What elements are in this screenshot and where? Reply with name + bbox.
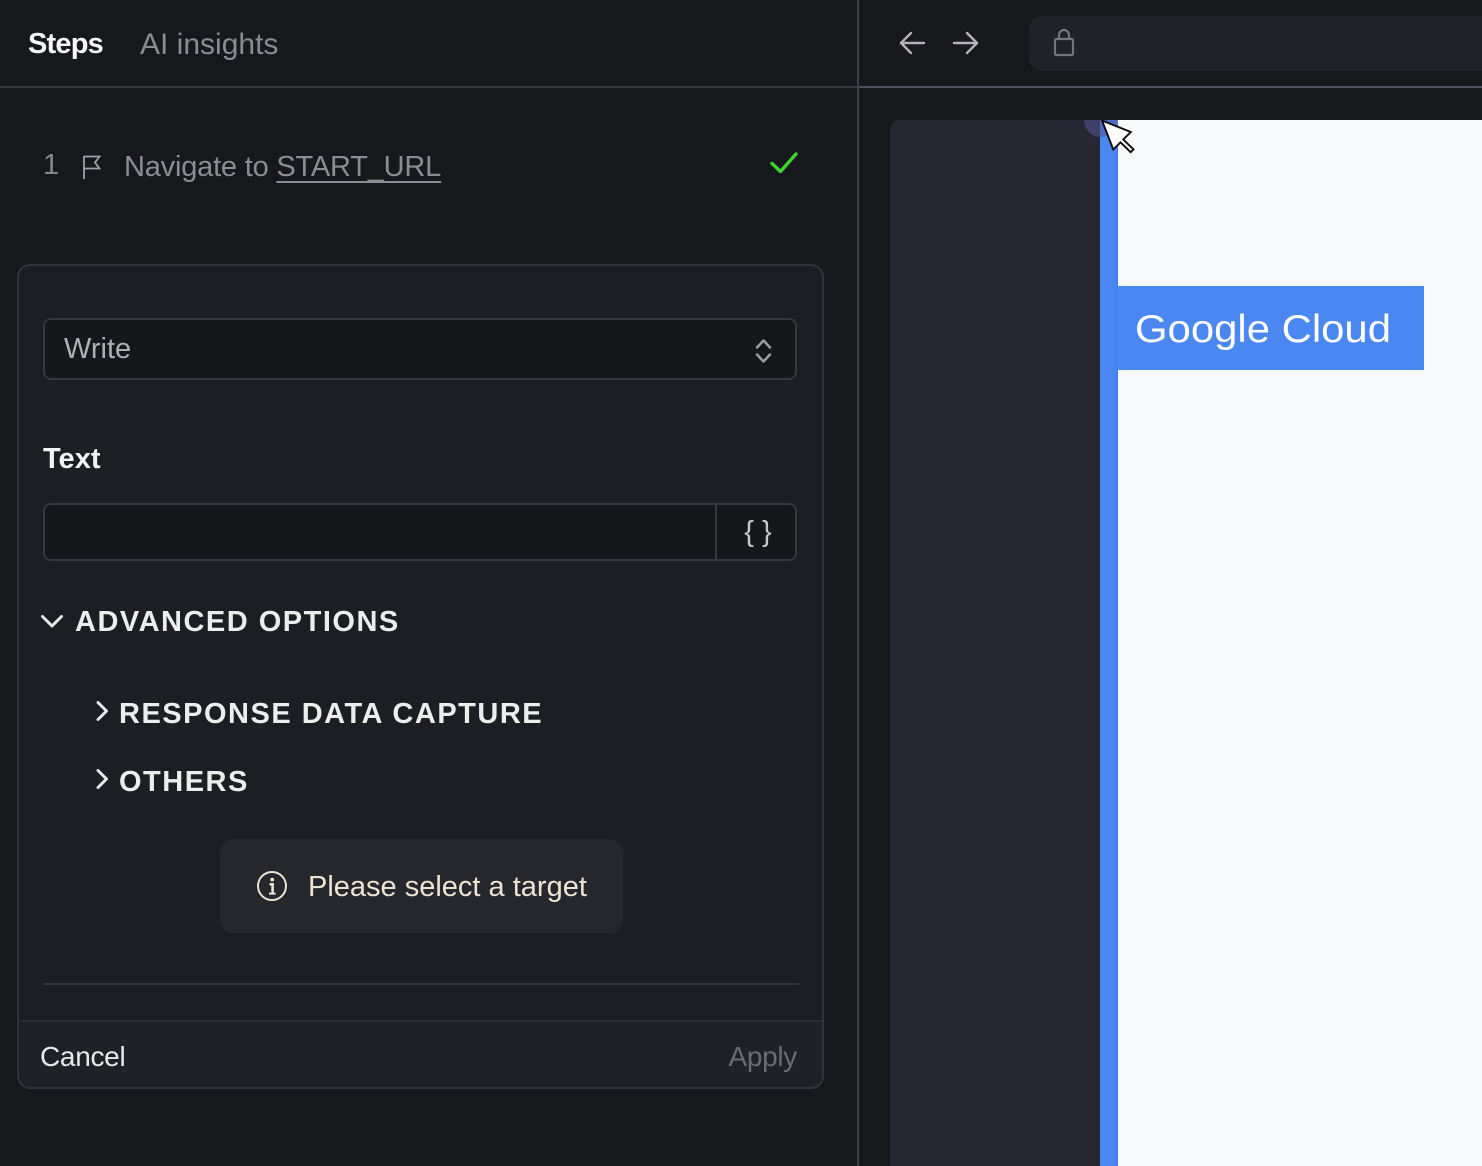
svg-text:Google Cloud: Google Cloud <box>1135 308 1391 351</box>
